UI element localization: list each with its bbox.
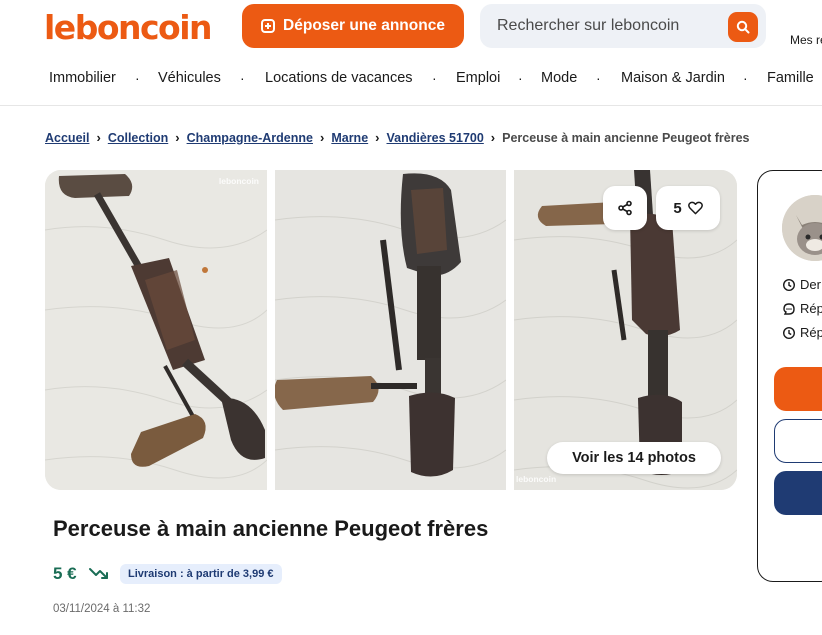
- nav-item-locations[interactable]: Locations de vacances: [265, 70, 413, 86]
- hand-drill-photo: [45, 170, 267, 490]
- favorite-button[interactable]: 5: [656, 186, 720, 230]
- category-nav: Immobilier · Véhicules · Locations de va…: [0, 70, 822, 90]
- share-button[interactable]: [603, 186, 647, 230]
- delivery-badge: Livraison : à partir de 3,99 €: [120, 564, 282, 584]
- chevron-right-icon: ›: [490, 130, 496, 145]
- leboncoin-logo[interactable]: leboncoin: [44, 8, 213, 47]
- trend-down-icon: [89, 568, 108, 579]
- ad-date: 03/11/2024 à 11:32: [53, 603, 151, 615]
- search-input[interactable]: Rechercher sur leboncoin: [497, 17, 679, 35]
- seller-last-active: Der: [782, 277, 821, 292]
- watermark: leboncoin: [516, 474, 557, 484]
- breadcrumb-region[interactable]: Champagne-Ardenne: [187, 131, 313, 145]
- deposit-ad-button[interactable]: Déposer une annonce: [242, 4, 464, 48]
- account-link[interactable]: Mes re: [790, 33, 822, 47]
- ad-price: 5 €: [53, 564, 77, 583]
- nav-separator: ·: [240, 70, 245, 86]
- seller-last-active-label: Der: [800, 277, 821, 292]
- seller-response-rate-label: Rép: [800, 301, 822, 316]
- seller-response-rate: Rép: [782, 301, 822, 316]
- nav-item-emploi[interactable]: Emploi: [456, 70, 500, 86]
- deposit-ad-label: Déposer une annonce: [283, 17, 445, 34]
- chat-bubble-icon: [783, 302, 795, 315]
- chevron-right-icon: ›: [319, 130, 325, 145]
- breadcrumb: Accueil › Collection › Champagne-Ardenne…: [45, 130, 749, 145]
- nav-separator: ·: [518, 70, 523, 86]
- seller-card: Der Rép Rép: [757, 170, 822, 582]
- ad-title: Perceuse à main ancienne Peugeot frères: [53, 516, 489, 541]
- chevron-right-icon: ›: [175, 130, 180, 145]
- breadcrumb-current: Perceuse à main ancienne Peugeot frères: [502, 130, 750, 145]
- breadcrumb-city[interactable]: Vandières 51700: [387, 131, 484, 145]
- heart-icon: [687, 201, 703, 215]
- nav-separator: ·: [743, 70, 748, 86]
- chevron-right-icon: ›: [96, 130, 101, 145]
- nav-separator: ·: [135, 70, 140, 86]
- buy-button[interactable]: [774, 367, 822, 411]
- hand-drill-photo: [275, 170, 506, 490]
- share-icon: [618, 200, 632, 216]
- nav-item-mode[interactable]: Mode: [541, 70, 577, 86]
- chevron-right-icon: ›: [375, 130, 380, 145]
- breadcrumb-department[interactable]: Marne: [331, 131, 368, 145]
- nav-item-maison-jardin[interactable]: Maison & Jardin: [621, 70, 725, 86]
- watermark: leboncoin: [218, 176, 259, 186]
- breadcrumb-accueil[interactable]: Accueil: [45, 131, 89, 145]
- message-button[interactable]: [774, 471, 822, 515]
- clock-icon: [782, 326, 796, 339]
- cat-avatar-image: [782, 195, 822, 261]
- search-bar[interactable]: Rechercher sur leboncoin: [480, 4, 766, 48]
- avatar[interactable]: [782, 195, 822, 261]
- nav-item-famille[interactable]: Famille: [767, 70, 814, 86]
- search-icon: [736, 20, 750, 34]
- search-button[interactable]: [728, 12, 758, 42]
- nav-item-immobilier[interactable]: Immobilier: [49, 70, 116, 86]
- plus-square-icon: [261, 19, 276, 33]
- nav-separator: ·: [596, 70, 601, 86]
- breadcrumb-collection[interactable]: Collection: [108, 131, 168, 145]
- seller-response-time-label: Rép: [800, 325, 822, 340]
- ad-photo-1[interactable]: leboncoin: [45, 170, 267, 490]
- seller-response-time: Rép: [782, 325, 822, 340]
- clock-history-icon: [782, 278, 796, 291]
- nav-item-vehicules[interactable]: Véhicules: [158, 70, 221, 86]
- ad-photo-2[interactable]: [275, 170, 506, 490]
- nav-separator: ·: [432, 70, 437, 86]
- view-all-photos-button[interactable]: Voir les 14 photos: [547, 442, 721, 474]
- site-header: leboncoin Déposer une annonce Rechercher…: [0, 0, 822, 106]
- favorites-count: 5: [673, 199, 682, 217]
- make-offer-button[interactable]: [774, 419, 822, 463]
